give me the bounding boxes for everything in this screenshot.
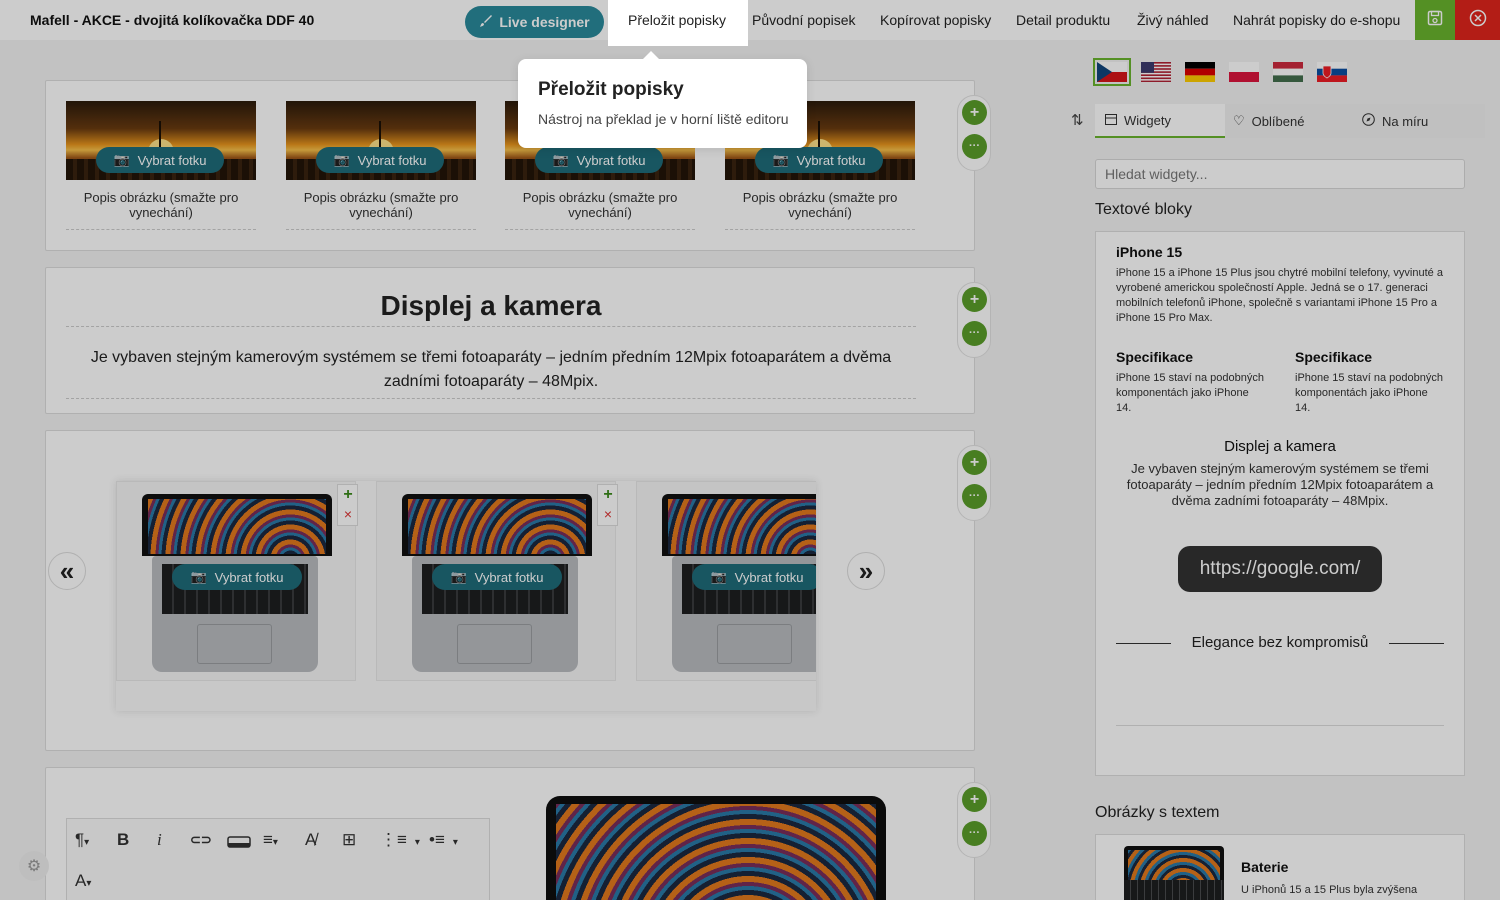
onboarding-tooltip: Přeložit popisky Nástroj na překlad je v…	[518, 51, 807, 148]
nav-translate-descriptions[interactable]: Přeložit popisky	[608, 0, 748, 46]
tooltip-title: Přeložit popisky	[538, 79, 684, 100]
tooltip-text: Nástroj na překlad je v horní liště edit…	[538, 111, 789, 127]
